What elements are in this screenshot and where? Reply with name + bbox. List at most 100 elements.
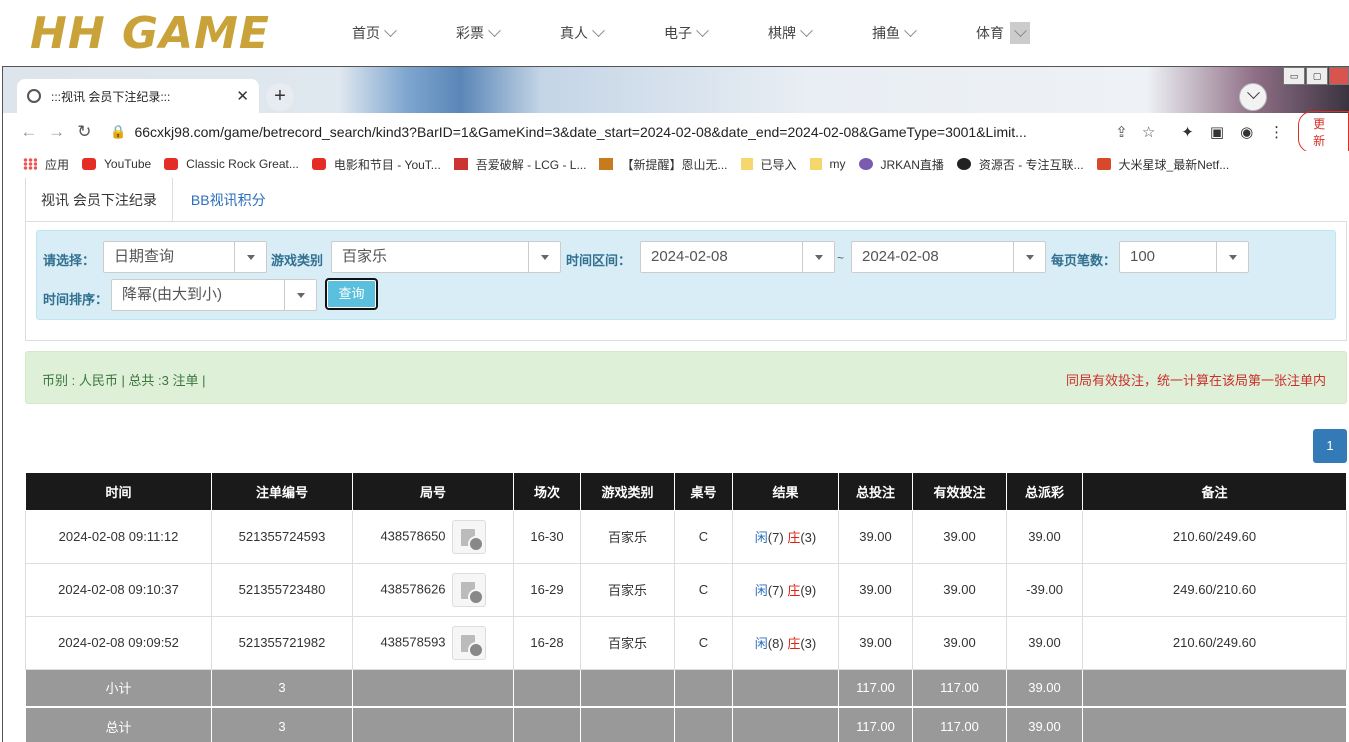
address-bar[interactable]: 🔒 66cxkj98.com/game/betrecord_search/kin… — [110, 117, 1155, 147]
cell-total-bet[interactable]: 39.00 — [838, 509, 913, 564]
bookmark-right[interactable]: 【新提醒】恩山无... — [599, 156, 728, 173]
bookmark-label: YouTube — [104, 157, 152, 171]
maximize-button[interactable]: ▢ — [1306, 67, 1328, 85]
bookmark-movies[interactable]: 电影和节目 - YouT... — [311, 156, 441, 173]
tab-bb-points[interactable]: BB视讯积分 — [172, 178, 281, 221]
round-number: 438578650 — [380, 527, 446, 543]
video-replay-icon[interactable] — [451, 572, 486, 607]
select-label: 请选择： — [43, 253, 96, 268]
update-button[interactable]: 更新 — [1298, 111, 1349, 153]
round-number: 438578593 — [380, 633, 446, 649]
empty-cell — [513, 668, 581, 708]
menu-icon[interactable]: ⋮ — [1269, 123, 1284, 141]
site-header: HH GAME 首页 彩票 真人 电子 棋牌 捕鱼 体育 — [0, 0, 1349, 66]
grandtotal-total: 117.00 — [838, 706, 913, 742]
bookmarks-bar: 应用 YouTube Classic Rock Great... 电影和节目 -… — [3, 151, 1349, 177]
banker-score: (9) — [800, 583, 817, 598]
select-value: 2024-02-08 — [862, 248, 939, 265]
nav-item-home[interactable]: 首页 — [352, 22, 456, 44]
col-header: 局号 — [352, 473, 514, 511]
page-content: 视讯 会员下注纪录 BB视讯积分 请选择： 日期查询 游戏类别 百家乐 时间区间… — [3, 178, 1349, 742]
player-score: (7) — [767, 583, 784, 598]
cell-table: C — [674, 562, 733, 617]
col-header: 总投注 — [838, 473, 913, 511]
video-replay-icon[interactable] — [451, 519, 486, 554]
caret-down-icon — [802, 242, 834, 272]
game-type-select[interactable]: 百家乐 — [331, 241, 561, 273]
bookmark-label: 电影和节目 - YouT... — [333, 157, 441, 172]
player-score: (7) — [767, 530, 784, 545]
cell-session: 16-30 — [513, 509, 581, 564]
cell-bet-no: 521355721982 — [211, 615, 353, 670]
grandtotal-count: 3 — [211, 706, 353, 742]
tab-bet-records[interactable]: 视讯 会员下注纪录 — [25, 178, 173, 221]
minimize-button[interactable]: ▭ — [1283, 67, 1305, 85]
cell-total-bet[interactable]: 39.00 — [838, 562, 913, 617]
window-close-button[interactable] — [1329, 67, 1349, 85]
cell-table: C — [674, 509, 733, 564]
profile-icon[interactable]: ◉ — [1240, 123, 1253, 141]
page-1-button[interactable]: 1 — [1313, 429, 1347, 463]
bookmark-label: Classic Rock Great... — [186, 157, 299, 171]
cell-payout: -39.00 — [1006, 562, 1083, 617]
per-page-select[interactable]: 100 — [1119, 241, 1249, 273]
grandtotal-payout: 39.00 — [1006, 706, 1083, 742]
forward-icon[interactable]: → — [43, 122, 71, 142]
cell-session: 16-29 — [513, 562, 581, 617]
date-range-label: 时间区间： — [566, 253, 632, 268]
site-logo[interactable]: HH GAME — [30, 4, 295, 64]
new-tab-button[interactable]: + — [266, 83, 294, 111]
video-replay-icon[interactable] — [451, 625, 486, 660]
bookmark-label: 【新提醒】恩山无... — [621, 157, 728, 172]
query-type-select[interactable]: 日期查询 — [103, 241, 267, 273]
col-header: 结果 — [732, 473, 839, 511]
round-number: 438578626 — [380, 580, 446, 596]
sort-select[interactable]: 降幂(由大到小) — [111, 279, 317, 311]
bookmark-52pojie[interactable]: 吾爱破解 - LCG - L... — [453, 156, 586, 173]
side-panel-icon[interactable]: ▣ — [1210, 123, 1224, 141]
cell-note: 210.60/249.60 — [1082, 509, 1347, 564]
browser-tab[interactable]: :::视讯 会员下注纪录::: ✕ — [17, 79, 259, 113]
share-icon[interactable]: ⇪ — [1115, 123, 1128, 141]
col-header: 场次 — [513, 473, 581, 511]
bookmark-my[interactable]: my — [809, 157, 846, 171]
bookmark-classic-rock[interactable]: Classic Rock Great... — [164, 157, 299, 171]
cell-result: 闲(8) 庄(3) — [732, 615, 839, 670]
tab-search-button[interactable] — [1239, 83, 1267, 111]
sort-label: 时间排序： — [43, 292, 109, 307]
site-icon — [858, 158, 873, 170]
bookmark-imported[interactable]: 已导入 — [740, 156, 797, 173]
cell-game: 百家乐 — [580, 615, 675, 670]
tab-strip: :::视讯 会员下注纪录::: ✕ + ▭ ▢ — [3, 67, 1349, 113]
select-value: 降幂(由大到小) — [122, 286, 222, 303]
nav-item-lottery[interactable]: 彩票 — [456, 22, 560, 44]
nav-item-sports[interactable]: 体育 — [976, 22, 1080, 44]
extensions-icon[interactable]: ✦ — [1181, 123, 1194, 141]
site-icon — [1096, 158, 1111, 170]
query-button[interactable]: 查询 — [325, 278, 378, 310]
reload-icon[interactable]: ↻ — [71, 122, 99, 142]
bookmark-apps[interactable]: 应用 — [23, 156, 69, 173]
caret-down-icon — [234, 242, 266, 272]
bookmark-jrkan[interactable]: JRKAN直播 — [858, 156, 944, 173]
per-page-label: 每页笔数： — [1051, 253, 1117, 268]
bookmark-youtube[interactable]: YouTube — [82, 157, 151, 171]
close-icon[interactable]: ✕ — [236, 87, 249, 105]
nav-item-fishing[interactable]: 捕鱼 — [872, 22, 976, 44]
date-end-select[interactable]: 2024-02-08 — [851, 241, 1046, 273]
back-icon[interactable]: ← — [15, 122, 43, 142]
lock-icon[interactable]: 🔒 — [110, 124, 126, 140]
bookmark-resource[interactable]: 资源否 - 专注互联... — [956, 156, 1084, 173]
page-tabs: 视讯 会员下注纪录 BB视讯积分 — [25, 178, 281, 221]
star-icon[interactable]: ☆ — [1142, 123, 1155, 141]
cell-result: 闲(7) 庄(3) — [732, 509, 839, 564]
player-score: (8) — [767, 636, 784, 651]
nav-item-slots[interactable]: 电子 — [664, 22, 768, 44]
nav-item-cards[interactable]: 棋牌 — [768, 22, 872, 44]
nav-item-live[interactable]: 真人 — [560, 22, 664, 44]
date-start-select[interactable]: 2024-02-08 — [640, 241, 835, 273]
chevron-down-icon — [592, 23, 605, 37]
bookmark-dami[interactable]: 大米星球_最新Netf... — [1096, 156, 1229, 173]
cell-total-bet[interactable]: 39.00 — [838, 615, 913, 670]
nav-label: 真人 — [560, 25, 588, 41]
